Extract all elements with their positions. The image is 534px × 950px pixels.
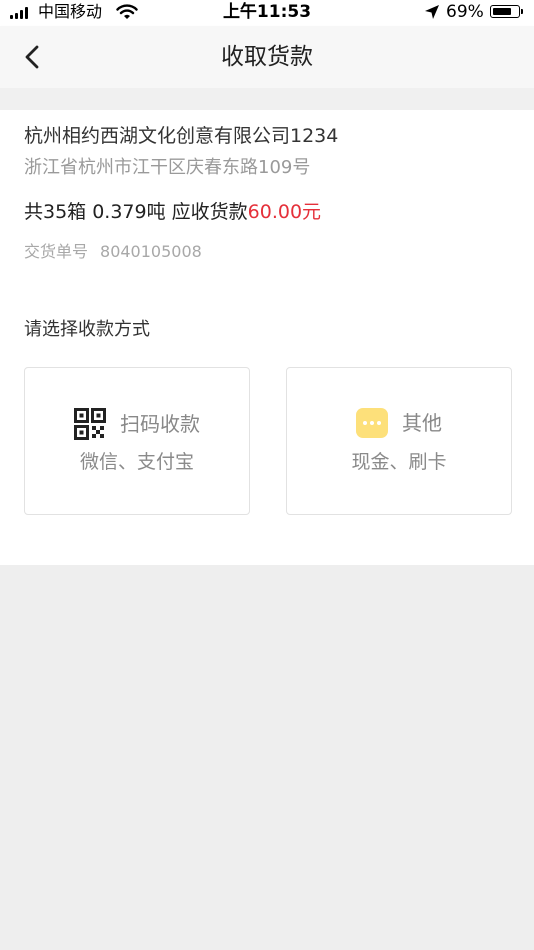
status-bar: 中国移动 上午11:53 69% [0,0,534,26]
order-number: 8040105008 [100,242,202,261]
delivery-number: 交货单号 8040105008 [24,241,202,263]
other-payment-title: 其他 [402,411,442,435]
section-divider [0,88,534,110]
order-summary: 共35箱 0.379吨 应收货款60.00元 [24,199,321,225]
order-info: 杭州相约西湖文化创意有限公司1234 浙江省杭州市江干区庆春东路109号 共35… [0,110,534,288]
other-payment-card[interactable]: 其他 现金、刷卡 [286,367,512,515]
page-title: 收取货款 [221,44,313,70]
page-background [0,565,534,950]
battery-percent: 69% [446,2,484,22]
location-arrow-icon [425,5,439,19]
qr-code-icon [74,408,106,440]
order-label: 交货单号 [24,242,89,261]
scan-payment-subtitle: 微信、支付宝 [79,451,194,473]
scan-payment-card[interactable]: 扫码收款 微信、支付宝 [24,367,250,515]
company-address: 浙江省杭州市江干区庆春东路109号 [24,157,311,178]
payment-method-label: 请选择收款方式 [24,319,150,340]
company-name: 杭州相约西湖文化创意有限公司1234 [24,125,339,147]
nav-bar: 收取货款 [0,26,534,88]
screen: 中国移动 上午11:53 69% 收取货款 杭州相约西湖文化创意有限公司1234… [0,0,534,950]
more-icon [356,408,388,438]
scan-payment-title: 扫码收款 [120,412,200,436]
other-payment-subtitle: 现金、刷卡 [351,451,447,473]
amount-due: 60.00元 [247,201,322,223]
summary-text: 共35箱 0.379吨 应收货款 [24,201,248,223]
battery-icon [490,5,523,18]
